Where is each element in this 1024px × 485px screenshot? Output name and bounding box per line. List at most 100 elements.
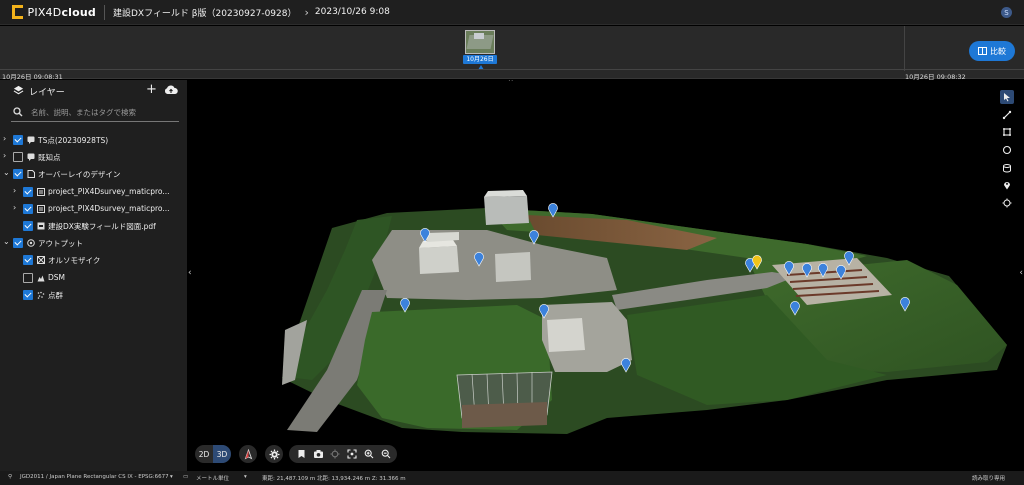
layer-label: 既知点	[38, 153, 61, 163]
cursor-icon	[1004, 93, 1010, 102]
layer-label: アウトプット	[38, 239, 83, 249]
chevron-right-icon[interactable]: ›	[3, 152, 11, 160]
select-tool[interactable]	[1000, 90, 1014, 104]
add-layer-button[interactable]: +	[146, 82, 157, 97]
layer-row[interactable]: › TS点(20230928TS)	[0, 131, 187, 148]
units-dropdown-icon[interactable]: ▾	[244, 474, 247, 480]
layer-visibility-checkbox[interactable]	[13, 169, 23, 180]
logo-text: PIX4Dcloud	[27, 5, 96, 19]
chevron-right-icon: ›	[304, 5, 309, 19]
pix4d-logo-icon	[12, 5, 23, 19]
building-mid	[495, 252, 531, 282]
chevron-up-icon[interactable]: ⌃	[507, 80, 515, 88]
bookmark-button[interactable]	[293, 446, 309, 462]
dataset-thumbnail[interactable]	[465, 30, 495, 54]
crs-dropdown-icon[interactable]: ▾	[170, 474, 173, 480]
compare-icon	[978, 47, 987, 55]
area-tool[interactable]	[1000, 125, 1014, 139]
point-cloud-scene[interactable]	[187, 80, 1024, 471]
document-icon	[27, 170, 35, 179]
layer-label: project_PIX4Dsurvey_maticpro...	[48, 186, 170, 196]
timeline: 10月26日 10月26日 09:08:31 10月26日 09:08:32 比…	[0, 26, 1024, 81]
crosshair-icon	[1002, 198, 1012, 208]
point-cloud-icon	[37, 291, 45, 299]
layer-row[interactable]: ⌄ オーバーレイのデザイン	[0, 165, 187, 182]
layers-header: レイヤー +	[0, 80, 187, 102]
layer-visibility-checkbox[interactable]	[23, 186, 33, 197]
layer-row[interactable]: › 既知点	[0, 148, 187, 165]
user-avatar[interactable]: S	[1001, 7, 1012, 18]
crs-selector[interactable]: JGD2011 / Japan Plane Rectangular CS IX …	[20, 474, 169, 480]
layer-row[interactable]: ⌄ アウトプット	[0, 234, 187, 251]
layers-title: レイヤー	[29, 88, 65, 98]
layer-visibility-checkbox[interactable]	[13, 238, 23, 249]
point-tool[interactable]	[1000, 178, 1014, 192]
volume-tool[interactable]	[1000, 161, 1014, 175]
chevron-right-icon[interactable]: ›	[3, 135, 11, 143]
chevron-down-icon[interactable]: ⌄	[3, 169, 11, 177]
layer-row[interactable]: › project_PIX4Dsurvey_maticpro...	[0, 183, 187, 200]
pdf-icon	[37, 222, 45, 230]
fit-view-button[interactable]	[344, 446, 360, 462]
line-tool[interactable]	[1000, 108, 1014, 122]
cloud-upload-icon[interactable]	[164, 85, 178, 95]
layer-visibility-checkbox[interactable]	[23, 221, 33, 231]
layer-label: オルソモザイク	[48, 256, 101, 266]
camera-icon	[313, 450, 323, 458]
access-mode: 読み取り専用	[972, 476, 1006, 482]
layer-visibility-checkbox[interactable]	[23, 255, 33, 266]
layers-icon	[13, 85, 24, 95]
project-name[interactable]: 建設DXフィールド β版（20230927-0928）	[113, 6, 296, 19]
compare-label: 比較	[990, 46, 1006, 56]
layer-label: オーバーレイのデザイン	[38, 170, 121, 180]
north-compass-button[interactable]	[239, 445, 257, 463]
zoom-in-button[interactable]	[361, 446, 377, 462]
layer-visibility-checkbox[interactable]	[23, 272, 33, 283]
layer-visibility-checkbox[interactable]	[23, 203, 33, 214]
app: PIX4Dcloud 建設DXフィールド β版（20230927-0928） ›…	[0, 0, 1024, 485]
circle-tool[interactable]	[1000, 143, 1014, 157]
chevron-down-icon[interactable]: ⌄	[3, 238, 11, 246]
search-input[interactable]	[31, 105, 176, 119]
target-tool[interactable]	[1000, 196, 1014, 210]
layer-visibility-checkbox[interactable]	[23, 289, 33, 300]
layer-visibility-checkbox[interactable]	[13, 135, 23, 145]
layer-row[interactable]: › project_PIX4Dsurvey_maticpro...	[0, 200, 187, 217]
pix4d-logo[interactable]: PIX4Dcloud	[0, 5, 96, 19]
zoom-out-icon	[381, 449, 391, 459]
units-selector[interactable]: メートル単位	[196, 474, 229, 482]
view-2d-button[interactable]: 2D	[195, 445, 213, 463]
orthomosaic-icon	[37, 256, 45, 265]
volume-icon	[1003, 164, 1011, 173]
layer-row[interactable]: DSM	[0, 269, 187, 286]
layer-label: 点群	[48, 290, 63, 300]
building-left	[419, 246, 459, 274]
compare-button[interactable]: 比較	[969, 41, 1015, 61]
header-divider	[104, 4, 105, 20]
layer-row[interactable]: 点群	[0, 286, 187, 303]
view-3d-button[interactable]: 3D	[213, 445, 231, 463]
polygon-icon	[1003, 128, 1011, 136]
layer-row[interactable]: 建設DX実験フィールド図面.pdf	[0, 217, 187, 234]
location-pin-icon	[1004, 182, 1010, 190]
zoom-out-button[interactable]	[378, 446, 394, 462]
3d-viewport[interactable]: ⌃ ‹ ‹ 2D 3D	[187, 80, 1024, 471]
settings-button[interactable]	[265, 445, 283, 463]
dataset-datetime[interactable]: 2023/10/26 9:08	[315, 7, 390, 17]
chevron-right-icon[interactable]: ‹	[1019, 268, 1023, 278]
layer-label: DSM	[48, 272, 66, 282]
polyline-icon	[1002, 110, 1012, 120]
layer-label: TS点(20230928TS)	[38, 136, 109, 145]
layer-visibility-checkbox[interactable]	[13, 152, 23, 163]
zoom-in-icon	[364, 449, 374, 459]
layer-label: project_PIX4Dsurvey_maticpro...	[48, 203, 170, 213]
screenshot-button[interactable]	[310, 446, 326, 462]
chevron-right-icon[interactable]: ›	[13, 186, 21, 195]
fit-screen-icon	[347, 449, 357, 459]
layer-row[interactable]: オルソモザイク	[0, 251, 187, 268]
recenter-button[interactable]	[327, 446, 343, 462]
top-bar: PIX4Dcloud 建設DXフィールド β版（20230927-0928） ›…	[0, 0, 1024, 25]
chevron-left-icon[interactable]: ‹	[188, 268, 192, 278]
chevron-right-icon[interactable]: ›	[13, 203, 21, 212]
dsm-icon	[37, 275, 45, 282]
